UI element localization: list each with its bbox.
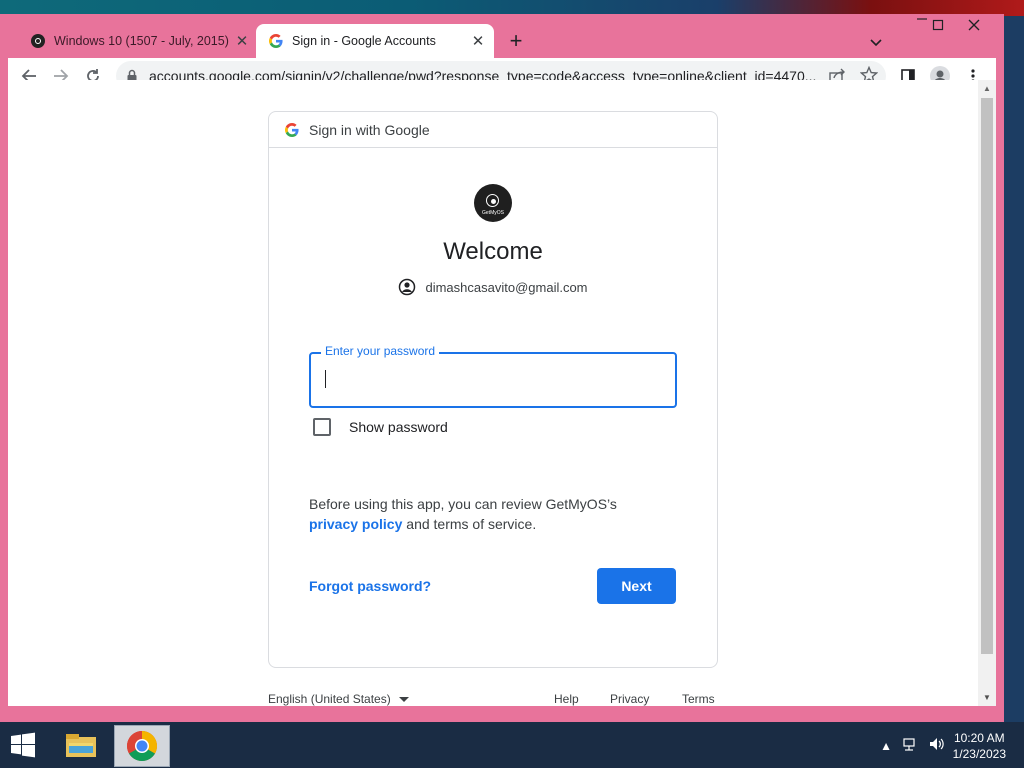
password-input[interactable] [325, 366, 659, 394]
show-password-label: Show password [349, 419, 448, 435]
card-header: Sign in with Google [269, 112, 717, 148]
show-hidden-icons-icon[interactable]: ▲ [880, 739, 892, 753]
scroll-up-icon[interactable]: ▲ [983, 84, 991, 93]
signin-card: Sign in with Google GetMyOS Welcome dima… [268, 111, 718, 668]
system-clock[interactable]: 10:20 AM 1/23/2023 [953, 730, 1006, 762]
tab-title: Windows 10 (1507 - July, 2015) H [54, 34, 232, 48]
next-button[interactable]: Next [597, 568, 676, 604]
dropdown-arrow-icon [398, 692, 409, 706]
tab-windows10[interactable]: Windows 10 (1507 - July, 2015) H ✕ [18, 24, 258, 58]
scrollbar-thumb[interactable] [981, 98, 993, 654]
system-tray: ▲ [880, 736, 944, 755]
app-logo-text: GetMyOS [482, 210, 504, 216]
vertical-scrollbar[interactable]: ▲ ▼ [978, 80, 996, 706]
google-favicon-icon [268, 33, 284, 49]
page-title: Welcome [443, 238, 543, 265]
tab-strip: Windows 10 (1507 - July, 2015) H ✕ Sign … [8, 24, 1004, 58]
new-tab-button[interactable]: + [504, 30, 528, 54]
clock-time: 10:20 AM [953, 731, 1005, 745]
network-icon[interactable] [902, 736, 918, 755]
password-field-label: Enter your password [321, 344, 440, 358]
tab-title: Sign in - Google Accounts [292, 34, 436, 48]
language-label: English (United States) [268, 692, 391, 706]
privacy-link[interactable]: Privacy [610, 692, 649, 706]
notice-text: Before using this app, you can review Ge… [309, 496, 617, 512]
account-email: dimashcasavito@gmail.com [425, 279, 588, 295]
password-field[interactable]: Enter your password [309, 344, 677, 408]
close-tab-icon[interactable]: ✕ [468, 31, 488, 51]
page-content: Sign in with Google GetMyOS Welcome dima… [8, 80, 978, 706]
google-logo-icon [285, 122, 299, 137]
chrome-icon[interactable] [114, 725, 170, 767]
show-password-checkbox[interactable] [313, 418, 331, 436]
app-logo: GetMyOS [474, 184, 512, 222]
chevron-down-icon[interactable] [866, 32, 886, 52]
show-password-toggle[interactable]: Show password [313, 418, 448, 436]
start-button[interactable] [0, 722, 46, 768]
volume-icon[interactable] [928, 736, 944, 755]
file-explorer-icon[interactable] [58, 725, 104, 765]
privacy-policy-link[interactable]: privacy policy [309, 516, 402, 532]
help-link[interactable]: Help [554, 692, 579, 706]
card-header-title: Sign in with Google [309, 121, 430, 138]
tab-google-signin[interactable]: Sign in - Google Accounts ✕ [256, 24, 494, 58]
scroll-down-icon[interactable]: ▼ [983, 693, 991, 702]
language-selector[interactable]: English (United States) [268, 692, 409, 706]
privacy-notice: Before using this app, you can review Ge… [309, 494, 669, 534]
notice-text-end: and terms of service. [402, 516, 537, 532]
close-tab-icon[interactable]: ✕ [232, 31, 252, 51]
account-circle-icon [398, 278, 416, 296]
clock-date: 1/23/2023 [952, 747, 1006, 761]
account-chip[interactable]: dimashcasavito@gmail.com [269, 278, 717, 296]
forgot-password-link[interactable]: Forgot password? [309, 578, 431, 594]
disc-favicon-icon [30, 33, 46, 49]
taskbar: ▲ 10:20 AM 1/23/2023 [0, 722, 1024, 768]
terms-link[interactable]: Terms [682, 692, 715, 706]
